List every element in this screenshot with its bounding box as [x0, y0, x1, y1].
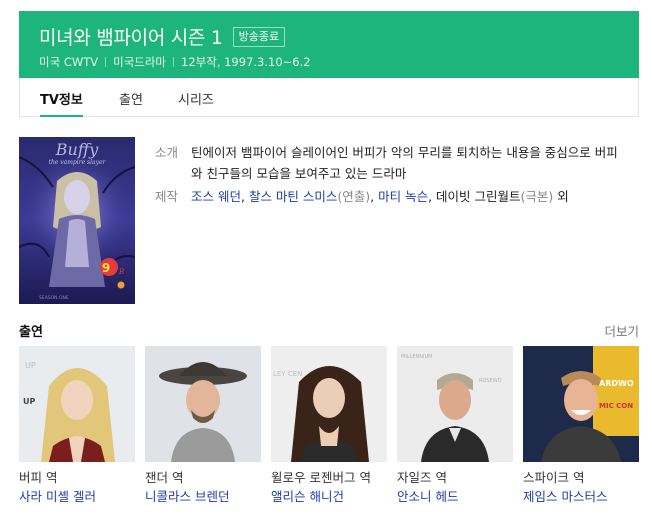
more-link[interactable]: 더보기 [604, 321, 639, 340]
cast-name-link[interactable]: 안소니 헤드 [397, 489, 513, 505]
channel-text: 미국 CWTV [39, 55, 99, 69]
cast-role: 버피 역 [19, 470, 58, 485]
svg-text:ARDWO: ARDWO [599, 379, 634, 388]
cast-card[interactable]: LEY CEN 윌로우 로젠버그 역 앨리슨 해니건 [271, 346, 387, 505]
crew-suffix: 외 [557, 189, 569, 204]
cast-photo[interactable]: UP UP [19, 346, 135, 462]
poster-image[interactable]: Buffy the vampire slayer 9 B SEASON ONE [19, 137, 135, 304]
cast-name-link[interactable]: 사라 미셸 겔러 [19, 489, 135, 505]
poster-season-text: SEASON ONE [39, 295, 69, 301]
svg-text:ROSEWO: ROSEWO [479, 378, 502, 384]
cast-card[interactable]: ARDWO MIC CON 스파이크 역 제임스 마스터스 [523, 346, 639, 505]
cast-section-title: 출연 [19, 325, 43, 340]
cast-card[interactable]: 잰더 역 니콜라스 브렌던 [145, 346, 261, 505]
crew-link-marti-noxon[interactable]: 마티 녹슨 [378, 189, 428, 204]
crew-role-director: (연출) [337, 189, 371, 204]
program-info: 소개 틴에이저 뱀파이어 슬레이어인 버피가 악의 무리를 퇴치하는 내용을 중… [155, 142, 621, 207]
cast-photo[interactable]: ARDWO MIC CON [523, 346, 639, 462]
crew-list: 조스 웨던, 찰스 마틴 스미스(연출), 마티 녹슨, 데이빗 그린월트(극본… [191, 189, 569, 204]
poster-subtitle-text: the vampire slayer [49, 159, 107, 166]
cast-name-link[interactable]: 니콜라스 브렌던 [145, 489, 261, 505]
cast-role: 자일즈 역 [397, 470, 447, 485]
crew-link-joss-whedon[interactable]: 조스 웨던 [191, 189, 241, 204]
crew-link-charles-martin-smith[interactable]: 찰스 마틴 스미스 [249, 189, 337, 204]
program-title[interactable]: 미녀와 뱀파이어 시즌 1 [39, 23, 223, 50]
cast-section-header: 출연 더보기 [19, 321, 639, 340]
synopsis-label: 소개 [155, 145, 179, 160]
cast-card[interactable]: UP UP 버피 역 사라 미셸 겔러 [19, 346, 135, 505]
svg-text:UP: UP [23, 397, 35, 406]
tab-series[interactable]: 시리즈 [178, 89, 214, 117]
synopsis-text: 틴에이저 뱀파이어 슬레이어인 버피가 악의 무리를 퇴치하는 내용을 중심으로… [191, 145, 618, 181]
crew-role-writer: (극본) [520, 189, 554, 204]
cast-name-link[interactable]: 앨리슨 해니건 [271, 489, 387, 505]
program-header: 미녀와 뱀파이어 시즌 1 방송종료 미국 CWTV 미국드라마 12부작, 1… [19, 11, 639, 78]
cast-role: 스파이크 역 [523, 470, 585, 485]
cast-photo[interactable]: MILLENNIUM ROSEWO [397, 346, 513, 462]
title-row: 미녀와 뱀파이어 시즌 1 방송종료 [39, 23, 286, 50]
cast-role: 잰더 역 [145, 470, 184, 485]
genre-text: 미국드라마 [113, 55, 167, 69]
program-meta: 미국 CWTV 미국드라마 12부작, 1997.3.10~6.2 [39, 54, 311, 70]
crew-label: 제작 [155, 189, 179, 204]
cast-photo[interactable] [145, 346, 261, 462]
cast-card[interactable]: MILLENNIUM ROSEWO 자일즈 역 안소니 헤드 [397, 346, 513, 505]
cast-name-link[interactable]: 제임스 마스터스 [523, 489, 639, 505]
synopsis-row: 소개 틴에이저 뱀파이어 슬레이어인 버피가 악의 무리를 퇴치하는 내용을 중… [155, 142, 621, 184]
cast-photo[interactable]: LEY CEN [271, 346, 387, 462]
tab-bar: TV정보 출연 시리즈 [19, 78, 639, 117]
svg-text:9: 9 [102, 261, 110, 275]
cast-role: 윌로우 로젠버그 역 [271, 470, 371, 485]
broadcast-status-badge: 방송종료 [232, 26, 286, 47]
svg-text:MILLENNIUM: MILLENNIUM [401, 354, 432, 360]
tab-tv-info[interactable]: TV정보 [40, 89, 83, 117]
svg-text:UP: UP [25, 361, 36, 370]
meta-divider [173, 57, 175, 67]
poster-logo-text: Buffy [55, 140, 99, 159]
crew-name-david-greenwalt: 데이빗 그린월트 [436, 189, 521, 204]
episodes-date-text: 12부작, 1997.3.10~6.2 [181, 55, 311, 69]
meta-divider [105, 57, 107, 67]
crew-row: 제작 조스 웨던, 찰스 마틴 스미스(연출), 마티 녹슨, 데이빗 그린월트… [155, 186, 621, 207]
svg-text:MIC CON: MIC CON [599, 402, 633, 410]
svg-text:B: B [118, 268, 124, 276]
svg-text:LEY CEN: LEY CEN [273, 370, 302, 378]
tab-cast[interactable]: 출연 [119, 89, 143, 117]
